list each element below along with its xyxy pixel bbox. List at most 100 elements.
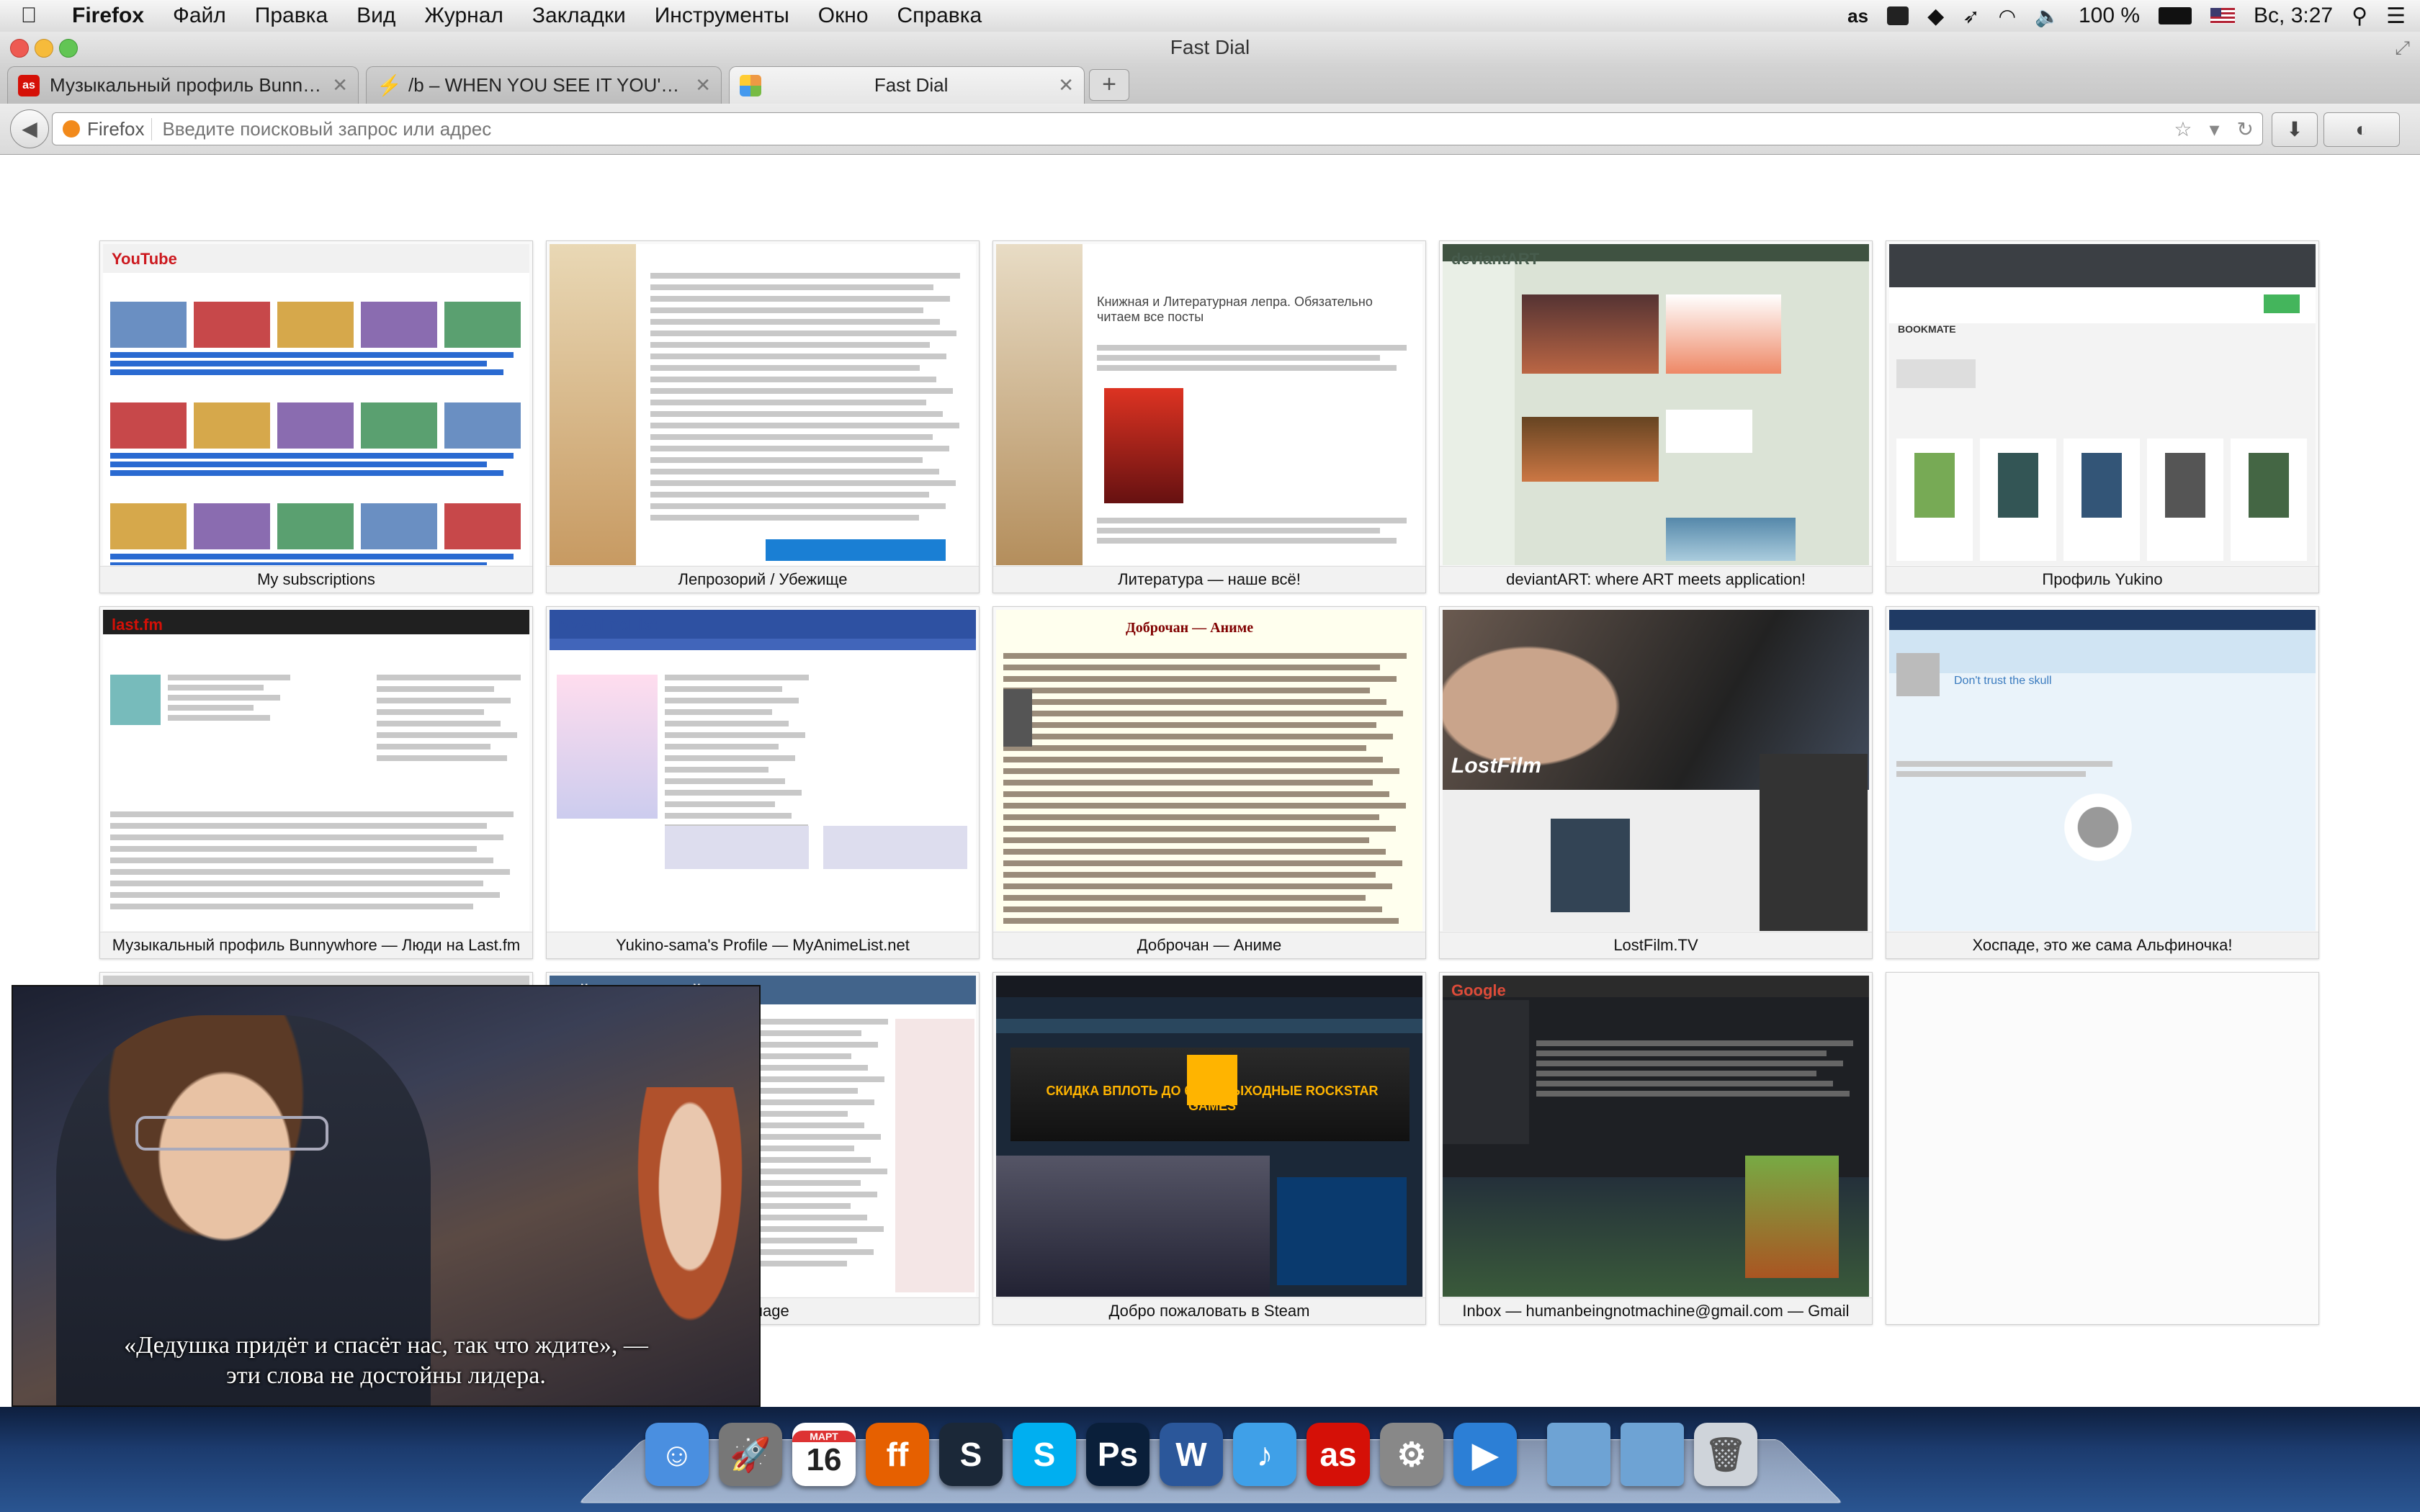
- dock-downloads-stack-icon[interactable]: [1547, 1423, 1610, 1486]
- tab-close-icon[interactable]: ✕: [1058, 74, 1074, 96]
- speed-dial-lostfilm[interactable]: LostFilm LostFilm.TV: [1439, 606, 1873, 959]
- speed-dial-gmail[interactable]: Google Inbox — humanbeingnotmachine@gmail…: [1439, 972, 1873, 1325]
- dial-caption: Лепрозорий / Убежище: [547, 566, 979, 593]
- dial-thumbnail: MyAnimeList: [550, 610, 976, 931]
- menu-history[interactable]: Журнал: [410, 4, 517, 28]
- dock-documents-stack-icon[interactable]: [1621, 1423, 1684, 1486]
- speed-dial-lepra-lit[interactable]: Книжная и Литературная лепра. Обязательн…: [992, 240, 1426, 593]
- firefox-icon: [63, 120, 80, 138]
- thumb-text-line: [1536, 1040, 1853, 1046]
- dock-skype-icon[interactable]: S: [1013, 1423, 1076, 1486]
- dock-firefox-icon[interactable]: ff: [866, 1423, 929, 1486]
- apple-menu-icon[interactable]: : [0, 4, 58, 28]
- menu-edit[interactable]: Правка: [241, 4, 342, 28]
- search-icon[interactable]: ⚲: [2352, 4, 2367, 29]
- dock-system-preferences-icon[interactable]: ⚙: [1380, 1423, 1443, 1486]
- stats: [665, 826, 809, 869]
- book-cover: [2081, 453, 2122, 518]
- lastfm-favicon-icon: as: [18, 74, 40, 96]
- dock-itunes-icon[interactable]: ♪: [1233, 1423, 1296, 1486]
- menu-view[interactable]: Вид: [342, 4, 410, 28]
- close-window-button[interactable]: [10, 39, 29, 58]
- wifi-icon[interactable]: ◠: [1999, 4, 2016, 28]
- dial-caption: Музыкальный профиль Bunnywhore — Люди на…: [100, 932, 532, 958]
- tab-label: Музыкальный профиль Bunny...: [50, 74, 326, 96]
- flag-icon[interactable]: [2210, 8, 2236, 24]
- minimize-window-button[interactable]: [35, 39, 53, 58]
- speed-dial-empty[interactable]: [1886, 972, 2319, 1325]
- volume-icon[interactable]: 🔈: [2035, 4, 2060, 28]
- dock-calendar-icon[interactable]: МАРТ 16: [792, 1423, 856, 1486]
- thumb-text-line: [1003, 849, 1386, 855]
- identity-label[interactable]: Firefox: [87, 117, 153, 140]
- downloads-button[interactable]: ⬇: [2272, 112, 2318, 147]
- bookmark-star-icon[interactable]: ☆: [2165, 117, 2200, 141]
- tab-fast-dial[interactable]: Fast Dial ✕: [729, 66, 1085, 104]
- dock-quicktime-icon[interactable]: ▶: [1453, 1423, 1517, 1486]
- speed-dial-lastfm[interactable]: last.fm Музыкальный профиль Bunnywhore — …: [99, 606, 533, 959]
- thumb-text-line: [1003, 791, 1389, 797]
- dock-lastfm-icon[interactable]: as: [1307, 1423, 1370, 1486]
- speed-dial-diary[interactable]: Don't trust the skull Хоспаде, это же сам…: [1886, 606, 2319, 959]
- speed-dial-youtube[interactable]: YouTube My subscriptions: [99, 240, 533, 593]
- skype-icon[interactable]: [1887, 6, 1909, 25]
- thumb-text-line: [650, 365, 920, 371]
- clock[interactable]: Вс, 3:27: [2254, 4, 2333, 28]
- thumb-text-line: [758, 1192, 877, 1197]
- thumb-text-line: [377, 755, 507, 761]
- dock-launchpad-icon[interactable]: 🚀: [719, 1423, 782, 1486]
- thumb-text-line: [650, 388, 953, 394]
- tab-b-board[interactable]: ⚡ /b – WHEN YOU SEE IT YOU'LL S... ✕: [366, 66, 722, 104]
- fullscreen-icon[interactable]: ⤢: [2395, 32, 2410, 63]
- dock-glyph: ▶: [1472, 1436, 1498, 1473]
- pin-icon[interactable]: ➶: [1963, 4, 1979, 28]
- thumb-text-line: [110, 858, 493, 863]
- art-thumb: [1666, 294, 1781, 374]
- tab-close-icon[interactable]: ✕: [695, 74, 711, 96]
- speed-dial-lepra[interactable]: Лепрозорий / Убежище: [546, 240, 980, 593]
- url-bar[interactable]: Firefox ☆ ▾ ↻: [52, 112, 2263, 145]
- speed-dial-bookmate[interactable]: BOOKMATE Профиль Yukino: [1886, 240, 2319, 593]
- speed-dial-dobrochan[interactable]: Доброчан — Аниме Доброчан — Аниме: [992, 606, 1426, 959]
- new-tab-button[interactable]: +: [1089, 69, 1129, 101]
- dock-finder-icon[interactable]: ☺: [645, 1423, 709, 1486]
- video-player[interactable]: «Дедушка придёт и спасёт нас, так что жд…: [12, 985, 761, 1407]
- url-dropdown-icon[interactable]: ▾: [2200, 117, 2228, 141]
- dock-photoshop-icon[interactable]: Ps: [1086, 1423, 1150, 1486]
- speed-dial-steam[interactable]: СКИДКА ВПЛОТЬ ДО 67% · ВЫХОДНЫЕ ROCKSTAR…: [992, 972, 1426, 1325]
- thumb-text-line: [665, 732, 805, 738]
- url-input[interactable]: [161, 117, 2166, 141]
- speed-dial-deviantart[interactable]: deviantART deviantART: where ART meets ap…: [1439, 240, 1873, 593]
- thumb-text-line: [650, 411, 943, 417]
- thumb-text-line: [758, 1053, 851, 1059]
- back-button[interactable]: ◀: [10, 109, 49, 148]
- video-thumbnail: [361, 503, 437, 549]
- thumb-text-line: [665, 767, 768, 773]
- battery-icon[interactable]: [2159, 7, 2192, 24]
- thumb-text-line: [758, 1157, 871, 1163]
- menu-bookmarks[interactable]: Закладки: [518, 4, 640, 28]
- menu-window[interactable]: Окно: [804, 4, 883, 28]
- dropbox-icon[interactable]: ◆: [1927, 4, 1944, 29]
- list-icon[interactable]: ☰: [2386, 4, 2406, 29]
- addon-button[interactable]: ◐: [2323, 112, 2400, 147]
- speed-dial-mal[interactable]: MyAnimeList Yukino-sama's Profile — MyAni…: [546, 606, 980, 959]
- dock-steam-icon[interactable]: S: [939, 1423, 1003, 1486]
- tab-lastfm-profile[interactable]: as Музыкальный профиль Bunny... ✕: [7, 66, 359, 104]
- lastfm-icon[interactable]: as: [1847, 5, 1868, 27]
- dock-word-icon[interactable]: W: [1160, 1423, 1223, 1486]
- menu-file[interactable]: Файл: [158, 4, 241, 28]
- thumb-text-line: [758, 1238, 857, 1243]
- thumb-text-line: [1003, 906, 1382, 912]
- menu-tools[interactable]: Инструменты: [640, 4, 804, 28]
- zoom-window-button[interactable]: [59, 39, 78, 58]
- menu-app-firefox[interactable]: Firefox: [58, 4, 158, 28]
- tab-close-icon[interactable]: ✕: [332, 74, 348, 96]
- menu-help[interactable]: Справка: [883, 4, 997, 28]
- dock-trash-icon[interactable]: 🗑: [1694, 1423, 1757, 1486]
- battery-percent[interactable]: 100 %: [2079, 4, 2140, 28]
- thumb-text-line: [1003, 895, 1366, 901]
- reload-icon[interactable]: ↻: [2228, 117, 2262, 141]
- thumb-text-line: [665, 686, 782, 692]
- thumb-text-line: [1536, 1050, 1827, 1056]
